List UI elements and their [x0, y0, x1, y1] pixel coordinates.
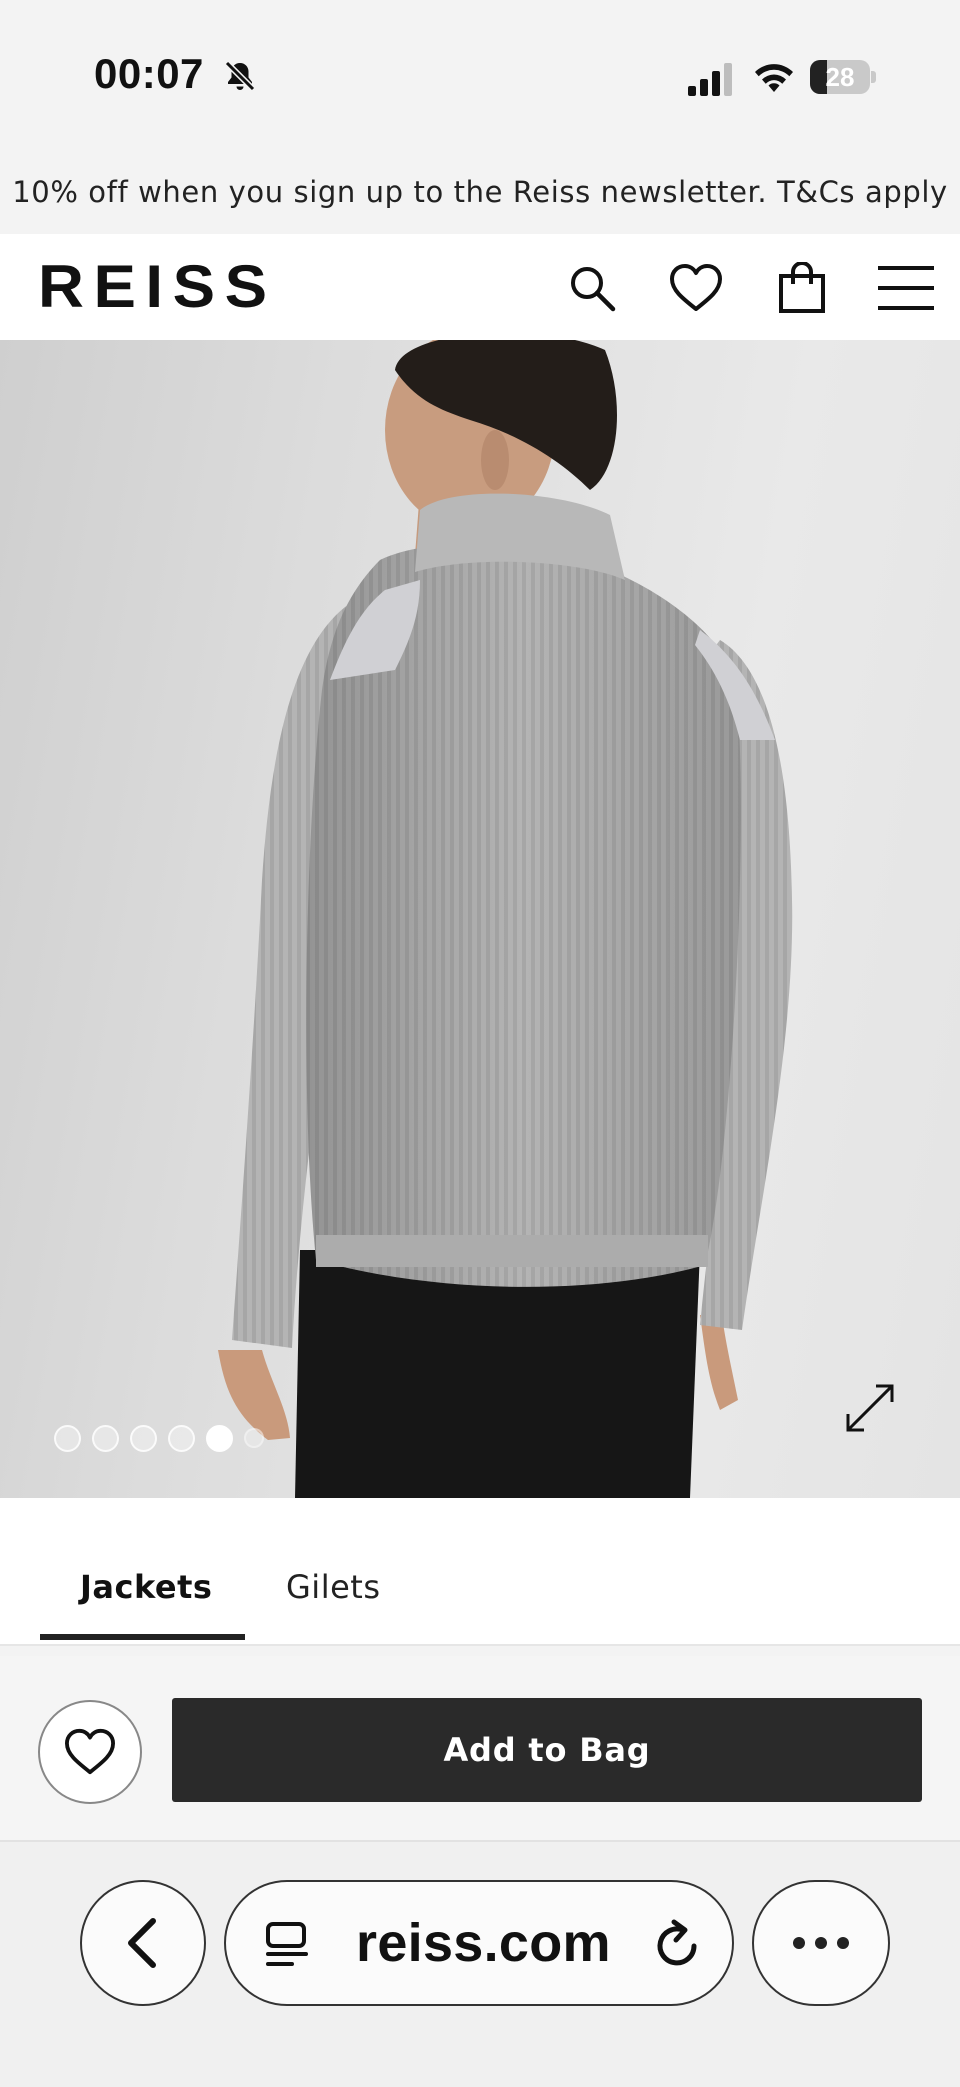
status-bar: 00:07 28 — [0, 0, 960, 150]
cellular-signal-icon — [688, 63, 732, 96]
search-button[interactable] — [562, 258, 622, 318]
gallery-pagination — [54, 1424, 264, 1452]
more-button[interactable] — [752, 1880, 890, 2006]
search-icon — [571, 267, 616, 312]
product-image[interactable] — [0, 340, 960, 1498]
battery-icon: 28 — [810, 60, 876, 94]
gallery-dot[interactable] — [206, 1424, 233, 1452]
tab-jackets[interactable]: Jackets — [80, 1568, 212, 1606]
status-time: 00:07 — [94, 50, 204, 97]
gallery-dot[interactable] — [54, 1424, 81, 1452]
gallery-dot[interactable] — [92, 1424, 119, 1452]
browser-toolbar: reiss.com — [0, 1842, 960, 2087]
tab-gilets[interactable]: Gilets — [286, 1568, 380, 1606]
add-to-bag-button[interactable]: Add to Bag — [172, 1698, 922, 1802]
purchase-bar: Add to Bag — [0, 1656, 960, 1842]
page: 00:07 28 10% off when you sign up to the… — [0, 0, 960, 2087]
address-domain: reiss.com — [356, 1913, 611, 1973]
model-photo — [218, 340, 793, 1498]
heart-icon — [670, 264, 722, 311]
bag-icon — [779, 262, 825, 313]
menu-icon — [878, 266, 934, 310]
bell-slash-icon — [224, 60, 256, 92]
add-to-wishlist-button[interactable] — [38, 1700, 142, 1804]
gallery-dot[interactable] — [130, 1424, 157, 1452]
battery-level: 28 — [825, 62, 855, 92]
bag-button[interactable] — [772, 258, 832, 318]
more-icon — [793, 1937, 805, 1949]
heart-icon — [65, 1728, 115, 1775]
promo-banner[interactable]: 10% off when you sign up to the Reiss ne… — [0, 150, 960, 234]
site-header: REISS — [0, 234, 960, 340]
address-bar[interactable]: reiss.com — [224, 1880, 734, 2006]
active-tab-indicator — [40, 1634, 245, 1640]
expand-icon[interactable] — [840, 1378, 900, 1438]
tabs-divider — [0, 1644, 960, 1646]
wifi-icon — [755, 64, 793, 92]
menu-button[interactable] — [876, 258, 936, 318]
wishlist-button[interactable] — [666, 258, 726, 318]
category-tabs: Jackets Gilets — [0, 1498, 960, 1646]
reader-icon[interactable] — [262, 1920, 312, 1970]
reiss-logo[interactable]: REISS — [38, 256, 277, 318]
gallery-dot[interactable] — [244, 1428, 264, 1448]
back-chevron-icon — [128, 1918, 156, 1968]
back-button[interactable] — [80, 1880, 206, 2006]
gallery-dot[interactable] — [168, 1424, 195, 1452]
reload-icon[interactable] — [650, 1918, 704, 1972]
